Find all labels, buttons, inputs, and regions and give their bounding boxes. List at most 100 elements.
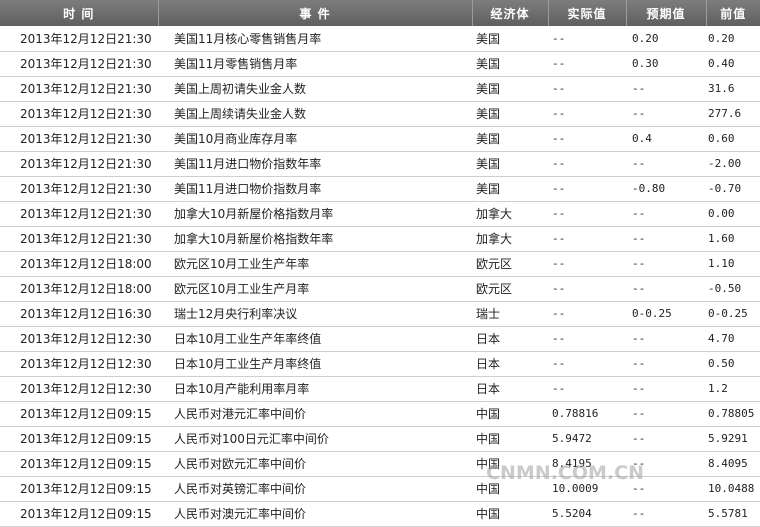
cell-expected: 0-0.25: [626, 301, 706, 327]
cell-expected: --: [626, 351, 706, 377]
table-row: 2013年12月12日16:30 瑞士12月央行利率决议 瑞士 -- 0-0.25 0-0…: [0, 301, 760, 327]
cell-economy: 日本: [472, 326, 548, 352]
cell-event: 瑞士12月央行利率决议: [158, 301, 472, 327]
cell-time: 2013年12月12日21:30: [0, 51, 158, 77]
table-row: 2013年12月12日09:15 人民币对澳元汇率中间价 中国 5.5204 -- 5.5…: [0, 501, 760, 527]
cell-event: 美国11月核心零售销售月率: [158, 26, 472, 52]
cell-previous: 0.78805: [706, 401, 760, 427]
cell-economy: 美国: [472, 51, 548, 77]
header-expected: 预期值: [626, 0, 707, 26]
cell-time: 2013年12月12日21:30: [0, 226, 158, 252]
cell-actual: 0.78816: [548, 401, 626, 427]
cell-actual: --: [548, 101, 626, 127]
cell-time: 2013年12月12日09:15: [0, 426, 158, 452]
cell-previous: 0-0.25: [706, 301, 760, 327]
header-economy: 经济体: [472, 0, 549, 26]
table-row: 2013年12月12日21:30 美国11月进口物价指数年率 美国 -- -- -2.00: [0, 151, 760, 177]
cell-event: 美国11月进口物价指数年率: [158, 151, 472, 177]
cell-time: 2013年12月12日09:15: [0, 451, 158, 477]
cell-previous: 5.5781: [706, 501, 760, 527]
cell-economy: 中国: [472, 426, 548, 452]
cell-economy: 中国: [472, 451, 548, 477]
table-row: 2013年12月12日09:15 人民币对港元汇率中间价 中国 0.78816 -- 0.…: [0, 401, 760, 427]
cell-previous: -2.00: [706, 151, 760, 177]
cell-economy: 欧元区: [472, 251, 548, 277]
cell-event: 日本10月产能利用率月率: [158, 376, 472, 402]
cell-expected: -0.80: [626, 176, 706, 202]
cell-economy: 欧元区: [472, 276, 548, 302]
cell-previous: 31.6: [706, 76, 760, 102]
cell-economy: 美国: [472, 151, 548, 177]
cell-event: 美国上周续请失业金人数: [158, 101, 472, 127]
table-row: 2013年12月12日18:00 欧元区10月工业生产月率 欧元区 -- -- -0.50: [0, 276, 760, 302]
table-row: 2013年12月12日21:30 美国11月零售销售月率 美国 -- 0.30 0.40: [0, 51, 760, 77]
cell-actual: --: [548, 201, 626, 227]
cell-actual: --: [548, 376, 626, 402]
cell-event: 加拿大10月新屋价格指数月率: [158, 201, 472, 227]
cell-economy: 日本: [472, 351, 548, 377]
cell-time: 2013年12月12日18:00: [0, 251, 158, 277]
cell-actual: --: [548, 276, 626, 302]
table-row: 2013年12月12日21:30 美国上周续请失业金人数 美国 -- -- 277.6: [0, 101, 760, 127]
cell-actual: --: [548, 351, 626, 377]
cell-economy: 中国: [472, 501, 548, 527]
cell-time: 2013年12月12日12:30: [0, 376, 158, 402]
cell-previous: -0.50: [706, 276, 760, 302]
table-row: 2013年12月12日09:15 人民币对英镑汇率中间价 中国 10.0009 -- 10…: [0, 476, 760, 502]
cell-expected: --: [626, 226, 706, 252]
table-row: 2013年12月12日21:30 美国10月商业库存月率 美国 -- 0.4 0.60: [0, 126, 760, 152]
cell-previous: -0.70: [706, 176, 760, 202]
cell-previous: 10.0488: [706, 476, 760, 502]
table-row: 2013年12月12日21:30 加拿大10月新屋价格指数年率 加拿大 -- -- 1.6…: [0, 226, 760, 252]
cell-expected: --: [626, 201, 706, 227]
cell-previous: 4.70: [706, 326, 760, 352]
cell-economy: 美国: [472, 76, 548, 102]
cell-economy: 中国: [472, 476, 548, 502]
cell-economy: 瑞士: [472, 301, 548, 327]
cell-expected: --: [626, 101, 706, 127]
cell-previous: 1.10: [706, 251, 760, 277]
cell-time: 2013年12月12日21:30: [0, 176, 158, 202]
cell-previous: 277.6: [706, 101, 760, 127]
cell-time: 2013年12月12日21:30: [0, 76, 158, 102]
cell-time: 2013年12月12日21:30: [0, 201, 158, 227]
cell-previous: 8.4095: [706, 451, 760, 477]
cell-expected: 0.30: [626, 51, 706, 77]
cell-actual: 5.9472: [548, 426, 626, 452]
cell-expected: 0.4: [626, 126, 706, 152]
table-header-row: 时 间 事 件 经济体 实际值 预期值 前值: [0, 0, 760, 26]
cell-economy: 美国: [472, 176, 548, 202]
cell-event: 人民币对英镑汇率中间价: [158, 476, 472, 502]
cell-economy: 加拿大: [472, 201, 548, 227]
table-row: 2013年12月12日21:30 美国11月核心零售销售月率 美国 -- 0.20 0.2…: [0, 26, 760, 52]
cell-actual: --: [548, 51, 626, 77]
cell-previous: 1.60: [706, 226, 760, 252]
cell-time: 2013年12月12日12:30: [0, 326, 158, 352]
cell-expected: --: [626, 376, 706, 402]
cell-previous: 0.20: [706, 26, 760, 52]
table-row: 2013年12月12日12:30 日本10月工业生产年率终值 日本 -- -- 4.70: [0, 326, 760, 352]
cell-event: 欧元区10月工业生产年率: [158, 251, 472, 277]
cell-event: 日本10月工业生产月率终值: [158, 351, 472, 377]
cell-expected: --: [626, 476, 706, 502]
cell-event: 人民币对100日元汇率中间价: [158, 426, 472, 452]
cell-previous: 1.2: [706, 376, 760, 402]
cell-event: 美国11月进口物价指数月率: [158, 176, 472, 202]
cell-actual: --: [548, 326, 626, 352]
cell-expected: --: [626, 326, 706, 352]
cell-previous: 0.50: [706, 351, 760, 377]
cell-time: 2013年12月12日16:30: [0, 301, 158, 327]
cell-actual: --: [548, 26, 626, 52]
table-row: 2013年12月12日12:30 日本10月工业生产月率终值 日本 -- -- 0.50: [0, 351, 760, 377]
cell-economy: 美国: [472, 26, 548, 52]
cell-previous: 0.40: [706, 51, 760, 77]
cell-economy: 中国: [472, 401, 548, 427]
table-row: 2013年12月12日21:30 加拿大10月新屋价格指数月率 加拿大 -- -- 0.0…: [0, 201, 760, 227]
cell-time: 2013年12月12日21:30: [0, 101, 158, 127]
cell-actual: 10.0009: [548, 476, 626, 502]
header-previous: 前值: [706, 0, 760, 26]
table-row: 2013年12月12日09:15 人民币对100日元汇率中间价 中国 5.9472 --…: [0, 426, 760, 452]
cell-time: 2013年12月12日12:30: [0, 351, 158, 377]
cell-previous: 0.60: [706, 126, 760, 152]
cell-event: 美国上周初请失业金人数: [158, 76, 472, 102]
